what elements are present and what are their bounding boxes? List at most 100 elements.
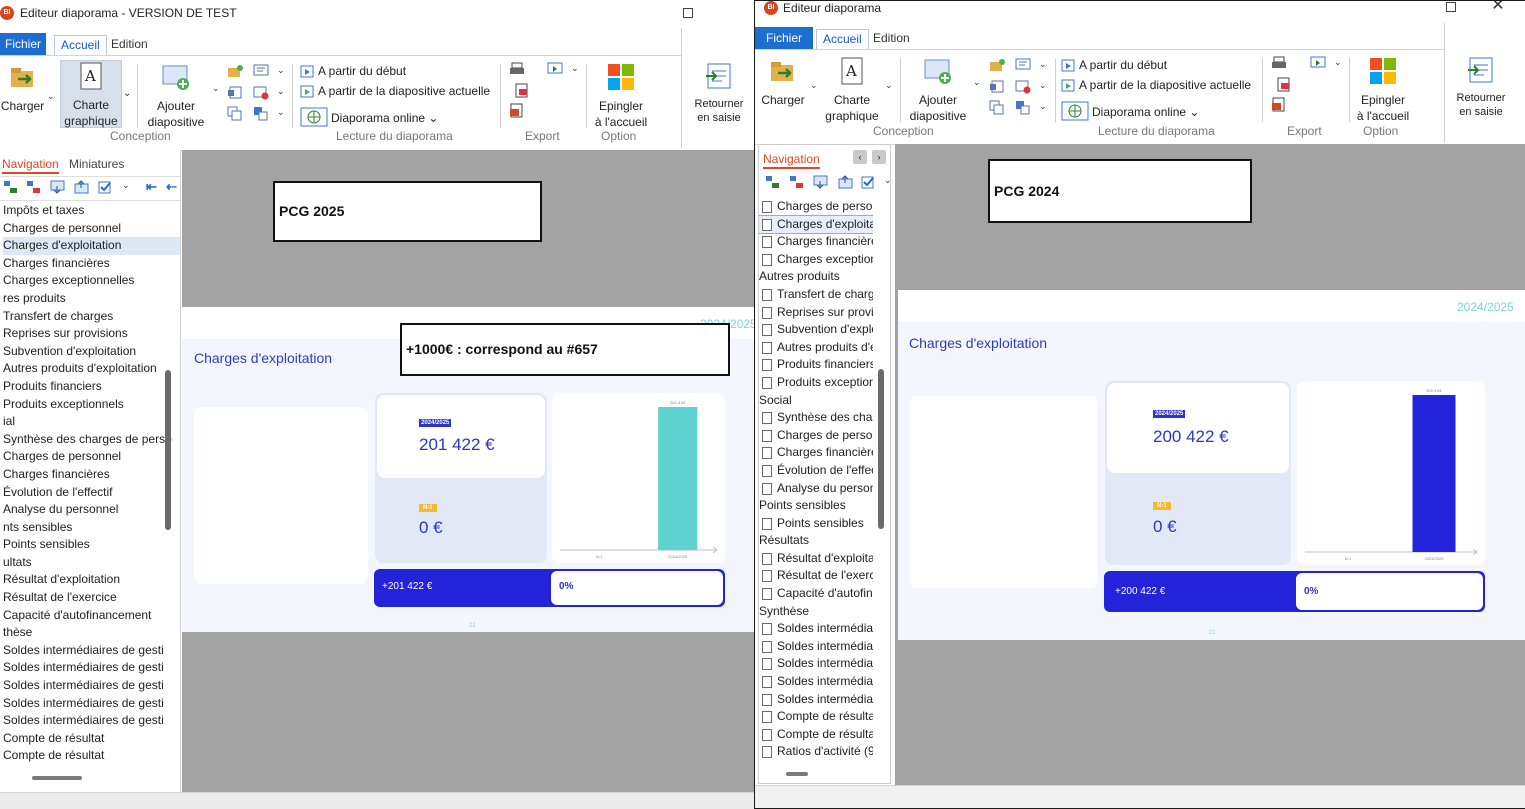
export-screen-icon[interactable] bbox=[547, 62, 563, 77]
chevron-down-icon[interactable]: ⌄ bbox=[884, 175, 892, 186]
tree-item[interactable]: Résultat de l'exercice bbox=[3, 589, 180, 607]
chevron-down-icon[interactable]: ⌄ bbox=[47, 91, 55, 102]
move-up-icon[interactable] bbox=[74, 180, 89, 194]
tree-item[interactable]: Charges exceptionnelles bbox=[3, 272, 180, 290]
tree-item[interactable]: Charges financières bbox=[3, 255, 180, 273]
horizontal-scrollbar[interactable] bbox=[786, 772, 808, 776]
tab-fichier[interactable]: Fichier bbox=[0, 33, 47, 55]
move-up-icon[interactable] bbox=[838, 175, 853, 189]
print-icon[interactable] bbox=[1271, 56, 1287, 71]
charte-graphique-button[interactable]: A Charte graphique bbox=[60, 60, 122, 128]
tree-item[interactable]: Charges financière bbox=[759, 233, 873, 251]
tree-item[interactable]: Charges exception bbox=[759, 251, 873, 269]
move-down-icon[interactable] bbox=[50, 180, 65, 194]
slide[interactable]: 2024/2025 Charges d'exploitation 2024/20… bbox=[898, 290, 1525, 640]
tree-item[interactable]: Synthèse des charg bbox=[759, 409, 873, 427]
tree-item[interactable]: Charges financière bbox=[759, 444, 873, 462]
export-pdf-icon[interactable] bbox=[1276, 77, 1292, 92]
diaporama-online-button[interactable]: Diaporama online ⌄ bbox=[300, 107, 438, 127]
vertical-scrollbar[interactable] bbox=[165, 370, 171, 530]
tree-section[interactable]: Synthèse bbox=[759, 603, 873, 621]
tree-item[interactable]: Capacité d'autofinancement bbox=[3, 607, 180, 625]
chevron-down-icon[interactable]: ⌄ bbox=[1039, 59, 1047, 70]
tab-navigation[interactable]: Navigation bbox=[2, 157, 59, 174]
next-tab-icon[interactable]: › bbox=[872, 150, 886, 164]
retourner-saisie-button[interactable]: Retourner en saisie bbox=[1449, 55, 1513, 119]
tree-item[interactable]: Résultat de l'exerc bbox=[759, 567, 873, 585]
tree-section[interactable]: Résultats bbox=[759, 532, 873, 550]
tree-item[interactable]: Charges de personnel bbox=[3, 220, 180, 238]
vertical-scrollbar[interactable] bbox=[878, 369, 884, 529]
chevron-down-icon[interactable]: ⌄ bbox=[277, 65, 285, 76]
tree-section[interactable]: Social bbox=[759, 392, 873, 410]
tab-edition[interactable]: Edition bbox=[867, 29, 916, 49]
play-from-start-button[interactable]: A partir du début bbox=[1061, 56, 1167, 74]
play-from-start-button[interactable]: A partir du début bbox=[300, 62, 406, 80]
tree-item[interactable]: Charges d'exploita bbox=[759, 214, 873, 235]
tab-miniatures[interactable]: Miniatures bbox=[69, 157, 124, 171]
chevron-down-icon[interactable]: ⌄ bbox=[277, 107, 285, 118]
tree-item[interactable]: Synthèse des charges de perso bbox=[3, 431, 180, 449]
charger-button[interactable]: Charger bbox=[758, 56, 808, 108]
horizontal-scrollbar[interactable] bbox=[32, 776, 82, 780]
tree-item[interactable]: Soldes intermédiaires de gesti bbox=[3, 659, 180, 677]
tree-item[interactable]: Charges de person bbox=[759, 427, 873, 445]
play-from-current-button[interactable]: A partir de la diapositive actuelle bbox=[1061, 76, 1251, 94]
tree-item[interactable]: Soldes intermédiaires de gesti bbox=[3, 642, 180, 660]
tree-item[interactable]: Résultat d'exploitation bbox=[3, 571, 180, 589]
epingler-accueil-button[interactable]: Epingler à l'accueil bbox=[1352, 56, 1414, 124]
title-bar[interactable]: BI Editeur diaporama ✕ bbox=[755, 1, 1525, 27]
tree-item[interactable]: Subvention d'explo bbox=[759, 321, 873, 339]
chevron-down-icon[interactable]: ⌄ bbox=[277, 86, 285, 97]
tree-item[interactable]: Charges d'exploitation bbox=[3, 237, 180, 255]
tree-item[interactable]: Charges financières bbox=[3, 466, 180, 484]
checkbox-icon[interactable] bbox=[98, 180, 113, 194]
tree-item[interactable]: Autres produits d'exploitation bbox=[3, 360, 180, 378]
tree-item[interactable]: Compte de résulta bbox=[759, 726, 873, 744]
tree-item[interactable]: Produits financiers bbox=[759, 356, 873, 374]
tree-section[interactable]: Points sensibles bbox=[759, 497, 873, 515]
tree-item[interactable]: Évolution de l'effectif bbox=[3, 484, 180, 502]
chevron-down-icon[interactable]: ⌄ bbox=[973, 77, 981, 88]
first-page-icon[interactable]: ⇤ bbox=[146, 179, 157, 195]
charte-graphique-button[interactable]: A Charte graphique bbox=[821, 56, 883, 124]
expand-tree-icon[interactable] bbox=[765, 175, 780, 189]
maximize-button[interactable] bbox=[678, 2, 698, 22]
print-icon[interactable] bbox=[509, 62, 525, 77]
export-pdf-icon[interactable] bbox=[514, 83, 530, 98]
previous-page-icon[interactable]: ⇠ bbox=[166, 179, 177, 195]
ajouter-diapositive-button[interactable]: Ajouter diapositive bbox=[907, 56, 969, 124]
tree-item[interactable]: Évolution de l'effec bbox=[759, 462, 873, 480]
charger-button[interactable]: Charger bbox=[0, 62, 45, 114]
tab-fichier[interactable]: Fichier bbox=[755, 27, 814, 49]
tree-item[interactable]: nts sensibles bbox=[3, 519, 180, 537]
title-bar[interactable]: BI Editeur diaporama - VERSION DE TEST bbox=[0, 0, 754, 26]
move-down-icon[interactable] bbox=[813, 175, 828, 189]
collapse-tree-icon[interactable] bbox=[789, 175, 804, 189]
tree-item[interactable]: thèse bbox=[3, 624, 180, 642]
diaporama-online-button[interactable]: Diaporama online ⌄ bbox=[1061, 101, 1199, 121]
ajouter-diapositive-button[interactable]: Ajouter diapositive bbox=[146, 62, 206, 130]
chevron-down-icon[interactable]: ⌄ bbox=[571, 63, 579, 74]
chevron-down-icon[interactable]: ⌄ bbox=[810, 80, 818, 91]
tree-item[interactable]: res produits bbox=[3, 290, 180, 308]
chevron-down-icon[interactable]: ⌄ bbox=[122, 180, 130, 191]
tab-navigation[interactable]: Navigation bbox=[763, 152, 820, 169]
play-from-current-button[interactable]: A partir de la diapositive actuelle bbox=[300, 82, 490, 100]
tree-item[interactable]: Analyse du person bbox=[759, 480, 873, 498]
maximize-button[interactable] bbox=[1441, 1, 1461, 16]
expand-tree-icon[interactable] bbox=[3, 180, 18, 194]
tree-item[interactable]: Soldes intermédiai bbox=[759, 673, 873, 691]
chevron-down-icon[interactable]: ⌄ bbox=[1334, 57, 1342, 68]
tree-item[interactable]: Soldes intermédiaires de gesti bbox=[3, 712, 180, 730]
chevron-down-icon[interactable]: ⌄ bbox=[885, 80, 893, 91]
tree-item[interactable]: Résultat d'exploita bbox=[759, 550, 873, 568]
tree-item[interactable]: Soldes intermédiai bbox=[759, 620, 873, 638]
export-ppt-icon[interactable] bbox=[509, 103, 525, 118]
tree-item[interactable]: Soldes intermédiai bbox=[759, 691, 873, 709]
tree-item[interactable]: Soldes intermédiaires de gesti bbox=[3, 695, 180, 713]
chevron-down-icon[interactable]: ⌄ bbox=[212, 83, 220, 94]
collapse-tree-icon[interactable] bbox=[26, 180, 41, 194]
epingler-accueil-button[interactable]: Epingler à l'accueil bbox=[590, 62, 652, 130]
tree-item[interactable]: Subvention d'exploitation bbox=[3, 343, 180, 361]
